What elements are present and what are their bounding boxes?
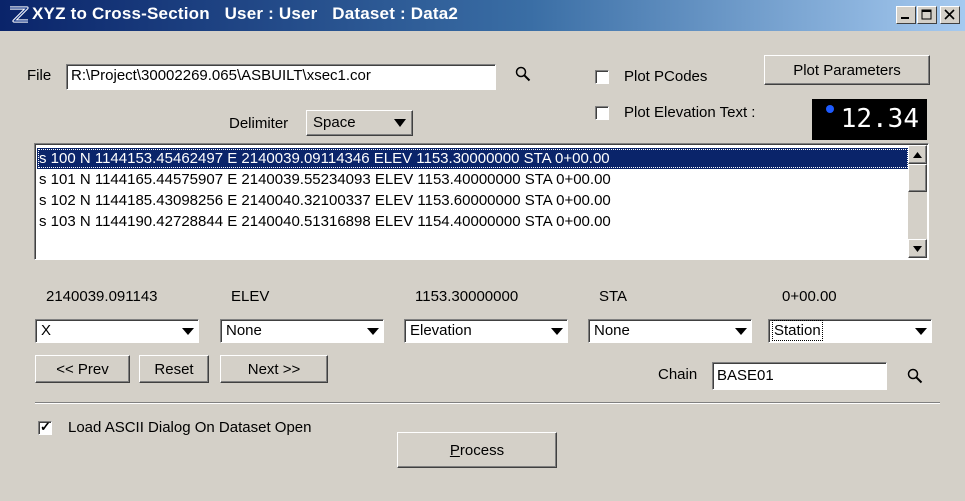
- next-button-label: Next >>: [247, 360, 301, 378]
- process-label-rest: rocess: [459, 441, 505, 459]
- chevron-down-icon: [551, 328, 563, 335]
- data-listbox[interactable]: s 100 N 1144153.45462497 E 2140039.09114…: [34, 143, 929, 260]
- app-logo-icon: [10, 6, 29, 23]
- token-value-3: 1153.30000000: [415, 288, 519, 305]
- field-assignment-value: Station: [772, 320, 823, 341]
- minimize-icon: [901, 17, 909, 19]
- file-path-value: R:\Project\30002269.065\ASBUILT\xsec1.co…: [71, 67, 371, 84]
- minimize-button[interactable]: [896, 6, 916, 24]
- prev-button-label: << Prev: [56, 360, 109, 378]
- field-assignment-dropdown-4[interactable]: None: [588, 319, 752, 343]
- field-assignment-dropdown-1[interactable]: X: [35, 319, 199, 343]
- field-assignment-dropdown-3[interactable]: Elevation: [404, 319, 568, 343]
- chevron-down-icon: [913, 245, 922, 252]
- maximize-button[interactable]: [917, 6, 937, 24]
- list-item[interactable]: s 102 N 1144185.43098256 E 2140040.32100…: [37, 190, 909, 211]
- close-button[interactable]: [940, 6, 960, 24]
- scroll-track[interactable]: [908, 192, 927, 239]
- field-assignment-value: None: [594, 322, 630, 339]
- window-title: XYZ to Cross-Section User : User Dataset…: [32, 4, 459, 23]
- checkmark-icon: ✓: [40, 419, 51, 434]
- chevron-down-icon: [915, 328, 927, 335]
- list-item[interactable]: s 100 N 1144153.45462497 E 2140039.09114…: [37, 148, 909, 169]
- list-item[interactable]: s 103 N 1144190.42728844 E 2140040.51316…: [37, 211, 909, 232]
- chain-value: BASE01: [717, 367, 774, 384]
- file-label: File: [27, 67, 52, 84]
- field-assignment-dropdown-5[interactable]: Station: [768, 319, 932, 343]
- chain-input[interactable]: BASE01: [712, 362, 887, 390]
- token-value-4: STA: [599, 288, 628, 305]
- field-assignment-value: Elevation: [410, 322, 472, 339]
- chevron-down-icon: [367, 328, 379, 335]
- close-icon: [944, 9, 955, 20]
- reset-button[interactable]: Reset: [139, 355, 209, 383]
- token-value-2: ELEV: [231, 288, 270, 305]
- delimiter-value: Space: [313, 114, 356, 131]
- token-value-1: 2140039.091143: [46, 288, 158, 305]
- field-assignment-value: None: [226, 322, 262, 339]
- field-assignment-value: X: [41, 322, 52, 339]
- scroll-down-button[interactable]: [908, 239, 927, 258]
- plot-parameters-button[interactable]: Plot Parameters: [764, 55, 930, 85]
- elevation-text-preview-value: 12.34: [840, 104, 919, 134]
- color-indicator-dot: [826, 105, 834, 113]
- plot-elevation-text-checkbox[interactable]: [595, 106, 609, 120]
- load-ascii-checkbox[interactable]: ✓: [38, 419, 52, 435]
- field-assignment-dropdown-2[interactable]: None: [220, 319, 384, 343]
- plot-elevation-text-label: Plot Elevation Text :: [624, 104, 756, 121]
- reset-button-label: Reset: [154, 360, 194, 378]
- chevron-down-icon: [182, 328, 194, 335]
- elevation-text-preview[interactable]: 12.34: [812, 99, 927, 140]
- list-item[interactable]: s 101 N 1144165.44575907 E 2140039.55234…: [37, 169, 909, 190]
- file-browse-search-icon[interactable]: [515, 66, 531, 82]
- chevron-up-icon: [913, 151, 922, 158]
- chain-search-icon[interactable]: [907, 368, 923, 384]
- chain-label: Chain: [658, 366, 698, 383]
- plot-pcodes-checkbox[interactable]: [595, 70, 609, 84]
- process-mnemonic: P: [449, 441, 460, 459]
- chevron-down-icon: [735, 328, 747, 335]
- process-button-label: Process: [398, 433, 556, 467]
- token-value-5: 0+00.00: [782, 288, 837, 305]
- section-divider: [35, 402, 940, 404]
- title-bar[interactable]: XYZ to Cross-Section User : User Dataset…: [0, 0, 965, 31]
- scroll-thumb[interactable]: [908, 164, 927, 192]
- load-ascii-label: Load ASCII Dialog On Dataset Open: [68, 419, 312, 436]
- scroll-up-button[interactable]: [908, 145, 927, 164]
- chevron-down-icon: [394, 119, 406, 127]
- next-button[interactable]: Next >>: [220, 355, 328, 383]
- prev-button[interactable]: << Prev: [35, 355, 130, 383]
- delimiter-label: Delimiter: [229, 115, 289, 132]
- delimiter-dropdown[interactable]: Space: [306, 110, 413, 136]
- file-path-input[interactable]: R:\Project\30002269.065\ASBUILT\xsec1.co…: [66, 64, 496, 90]
- plot-pcodes-label: Plot PCodes: [624, 68, 708, 85]
- list-scrollbar[interactable]: [908, 145, 927, 258]
- maximize-icon: [921, 9, 932, 20]
- plot-parameters-label: Plot Parameters: [793, 61, 901, 79]
- process-button[interactable]: Process: [397, 432, 557, 468]
